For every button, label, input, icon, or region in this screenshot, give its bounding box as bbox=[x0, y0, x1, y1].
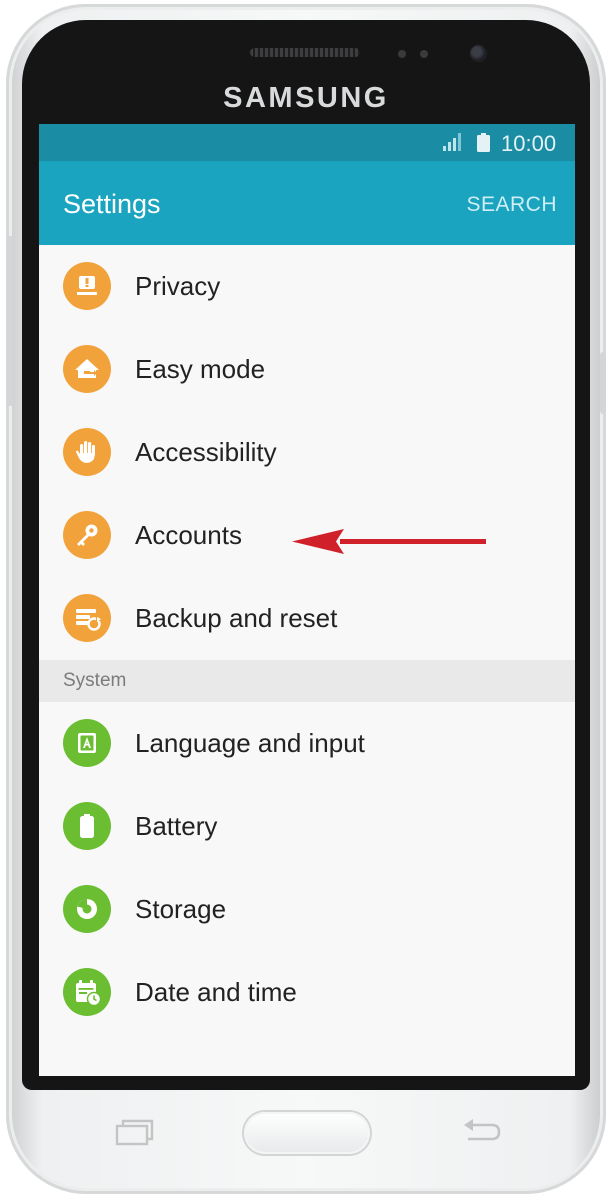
storage-icon bbox=[63, 885, 111, 933]
settings-item-storage[interactable]: Storage bbox=[39, 868, 575, 951]
settings-item-label: Accessibility bbox=[135, 437, 277, 467]
section-header-system: System bbox=[39, 660, 575, 702]
status-time: 10:00 bbox=[501, 131, 557, 156]
status-bar: 10:00 bbox=[39, 124, 575, 161]
settings-item-privacy[interactable]: Privacy bbox=[39, 245, 575, 328]
front-camera bbox=[470, 45, 487, 62]
proximity-sensor bbox=[398, 50, 406, 58]
section-header-label: System bbox=[63, 670, 127, 691]
privacy-icon bbox=[63, 262, 111, 310]
settings-item-date-time[interactable]: Date and time bbox=[39, 951, 575, 1034]
light-sensor bbox=[420, 50, 428, 58]
screen: 10:00 Settings SEARCH Privacy Easy mode … bbox=[39, 124, 575, 1076]
easy-mode-icon bbox=[63, 345, 111, 393]
settings-item-accessibility[interactable]: Accessibility bbox=[39, 411, 575, 494]
app-bar: Settings SEARCH bbox=[39, 161, 575, 245]
settings-item-backup-reset[interactable]: Backup and reset bbox=[39, 577, 575, 660]
page-title: Settings bbox=[63, 189, 161, 219]
settings-item-easy-mode[interactable]: Easy mode bbox=[39, 328, 575, 411]
home-button[interactable] bbox=[244, 1112, 370, 1154]
annotation-arrow bbox=[292, 529, 486, 554]
key-icon bbox=[63, 511, 111, 559]
settings-item-language-input[interactable]: Language and input bbox=[39, 702, 575, 785]
volume-key bbox=[7, 236, 13, 406]
settings-item-label: Accounts bbox=[135, 520, 242, 550]
accessibility-hand-icon bbox=[63, 428, 111, 476]
settings-item-label: Date and time bbox=[135, 977, 297, 1007]
settings-list: Privacy Easy mode Accessibility Accounts… bbox=[39, 245, 575, 1034]
calendar-clock-icon bbox=[63, 968, 111, 1016]
signal-bars-icon bbox=[443, 133, 461, 151]
battery-setting-icon bbox=[63, 802, 111, 850]
settings-item-label: Privacy bbox=[135, 271, 221, 301]
backup-reset-icon bbox=[63, 594, 111, 642]
earpiece-speaker bbox=[250, 48, 360, 57]
battery-icon bbox=[477, 133, 490, 152]
brand-logo: SAMSUNG bbox=[223, 82, 389, 114]
search-button[interactable]: SEARCH bbox=[466, 193, 557, 217]
settings-item-label: Language and input bbox=[135, 728, 365, 758]
power-key bbox=[600, 352, 606, 414]
settings-item-label: Easy mode bbox=[135, 354, 266, 384]
language-icon bbox=[63, 719, 111, 767]
back-button[interactable] bbox=[460, 1116, 502, 1148]
settings-item-label: Battery bbox=[135, 811, 218, 841]
settings-item-battery[interactable]: Battery bbox=[39, 785, 575, 868]
recent-apps-button[interactable] bbox=[114, 1118, 156, 1148]
settings-item-label: Backup and reset bbox=[135, 603, 338, 633]
settings-item-label: Storage bbox=[135, 894, 227, 924]
